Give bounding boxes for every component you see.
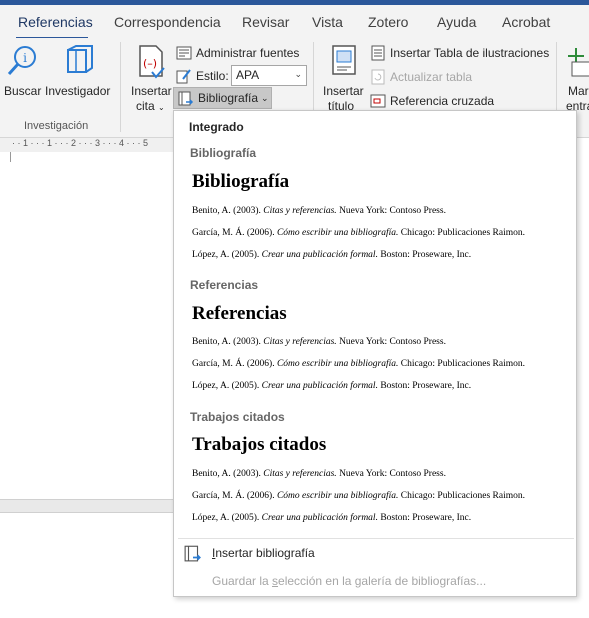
estilo-row: Estilo: (176, 66, 229, 86)
insertar-titulo-label-1: Insertar (323, 84, 364, 98)
actualizar-tabla-label: Actualizar tabla (390, 70, 473, 84)
search-icon: i (7, 46, 36, 76)
style-icon (176, 69, 191, 84)
marcar-entrada-label-1: Mar (568, 84, 589, 98)
bibliography-icon (178, 91, 194, 106)
tab-referencias[interactable]: Referencias (18, 14, 93, 30)
tab-vista[interactable]: Vista (312, 14, 343, 30)
estilo-value: APA (236, 68, 260, 82)
dropdown-subheader: Trabajos citados (190, 410, 285, 424)
gallery-ref: Benito, A. (2003). Citas y referencias. … (192, 206, 446, 216)
gallery-item-heading: Bibliografía (192, 171, 290, 192)
bibliografia-button[interactable]: Bibliografía ⌄ (173, 87, 272, 109)
insertar-bibliografia-label: Insertar bibliografía (212, 546, 315, 560)
cross-reference-icon (370, 94, 386, 108)
actualizar-tabla-button[interactable]: Actualizar tabla (370, 67, 472, 87)
chevron-down-icon: ⌄ (261, 92, 269, 103)
text-cursor-marker (10, 152, 16, 162)
insertar-tabla-ilustraciones-button[interactable]: Insertar Tabla de ilustraciones (370, 43, 549, 63)
dropdown-header-integrado: Integrado (189, 120, 244, 134)
investigacion-group-label: Investigación (24, 120, 89, 132)
update-table-icon (371, 69, 385, 85)
referencia-cruzada-label: Referencia cruzada (390, 94, 495, 108)
gallery-ref: López, A. (2005). Crear una publicación … (192, 250, 472, 260)
insert-citation-icon: (–) (139, 45, 165, 79)
tab-zotero[interactable]: Zotero (368, 14, 408, 30)
insert-caption-icon (332, 45, 356, 75)
gallery-ref: García, M. Á. (2006). Cómo escribir una … (192, 491, 526, 501)
mark-entry-icon (568, 48, 589, 77)
estilo-select[interactable]: APA ⌄ (231, 65, 307, 86)
investigador-label: Investigador (45, 84, 111, 98)
table-of-figures-icon (371, 45, 385, 61)
gallery-item-heading: Trabajos citados (192, 434, 327, 455)
manage-sources-icon (176, 46, 192, 60)
gallery-ref: García, M. Á. (2006). Cómo escribir una … (192, 359, 526, 369)
buscar-label: Buscar (4, 84, 42, 98)
tab-acrobat[interactable]: Acrobat (502, 14, 550, 30)
insertar-bibliografia-menu-item[interactable]: Insertar bibliografía (184, 542, 315, 564)
gallery-ref: Benito, A. (2003). Citas y referencias. … (192, 337, 446, 347)
ribbon-tab-bar: Referencias Correspondencia Revisar Vist… (0, 5, 589, 40)
ruler-ticks: · · 1 · · · 1 · · · 2 · · · 3 · · · 4 · … (12, 138, 148, 148)
insertar-cita-label-2: cita ⌄ (136, 99, 165, 113)
tab-ayuda[interactable]: Ayuda (437, 14, 476, 30)
gallery-item-heading: Referencias (192, 303, 287, 324)
administrar-fuentes-label: Administrar fuentes (196, 46, 300, 60)
gallery-ref: García, M. Á. (2006). Cómo escribir una … (192, 228, 526, 238)
tab-revisar[interactable]: Revisar (242, 14, 289, 30)
guardar-seleccion-label: Guardar la selección en la galería de bi… (212, 574, 487, 588)
dropdown-separator (178, 538, 574, 539)
chevron-down-icon: ⌄ (294, 69, 302, 79)
insertar-tabla-label: Insertar Tabla de ilustraciones (390, 46, 550, 60)
chevron-down-icon: ⌄ (158, 103, 165, 112)
gallery-ref: Benito, A. (2003). Citas y referencias. … (192, 469, 446, 479)
svg-text:i: i (23, 51, 27, 65)
insertar-cita-button[interactable]: (–) Insertar cita ⌄ (128, 42, 172, 114)
dropdown-subheader: Referencias (190, 278, 259, 292)
researcher-icon (67, 45, 93, 73)
gallery-ref: López, A. (2005). Crear una publicación … (192, 381, 472, 391)
horizontal-ruler[interactable]: · · 1 · · · 1 · · · 2 · · · 3 · · · 4 · … (0, 138, 175, 152)
ribbon-separator (120, 42, 121, 132)
bibliografia-dropdown: Integrado Bibliografía Bibliografía Beni… (173, 110, 577, 597)
administrar-fuentes-button[interactable]: Administrar fuentes (176, 43, 299, 63)
buscar-button[interactable]: i Buscar (2, 42, 42, 102)
document-page[interactable] (0, 152, 175, 618)
guardar-seleccion-menu-item[interactable]: Guardar la selección en la galería de bi… (212, 570, 486, 592)
dropdown-subheader: Bibliografía (190, 146, 257, 160)
bibliografia-label: Bibliografía (198, 91, 259, 105)
bibliography-icon (184, 545, 201, 562)
gallery-ref: López, A. (2005). Crear una publicación … (192, 513, 472, 523)
investigador-button[interactable]: Investigador (44, 42, 112, 102)
tab-correspondencia[interactable]: Correspondencia (114, 14, 221, 30)
document-right-area (577, 138, 589, 618)
svg-text:(–): (–) (143, 57, 157, 70)
marcar-entrada-button[interactable]: Mar entra (564, 42, 589, 114)
referencia-cruzada-button[interactable]: Referencia cruzada (370, 91, 494, 111)
insertar-titulo-button[interactable]: Insertar título (320, 42, 366, 114)
estilo-label: Estilo: (196, 69, 229, 83)
insertar-cita-label-1: Insertar (131, 84, 172, 98)
